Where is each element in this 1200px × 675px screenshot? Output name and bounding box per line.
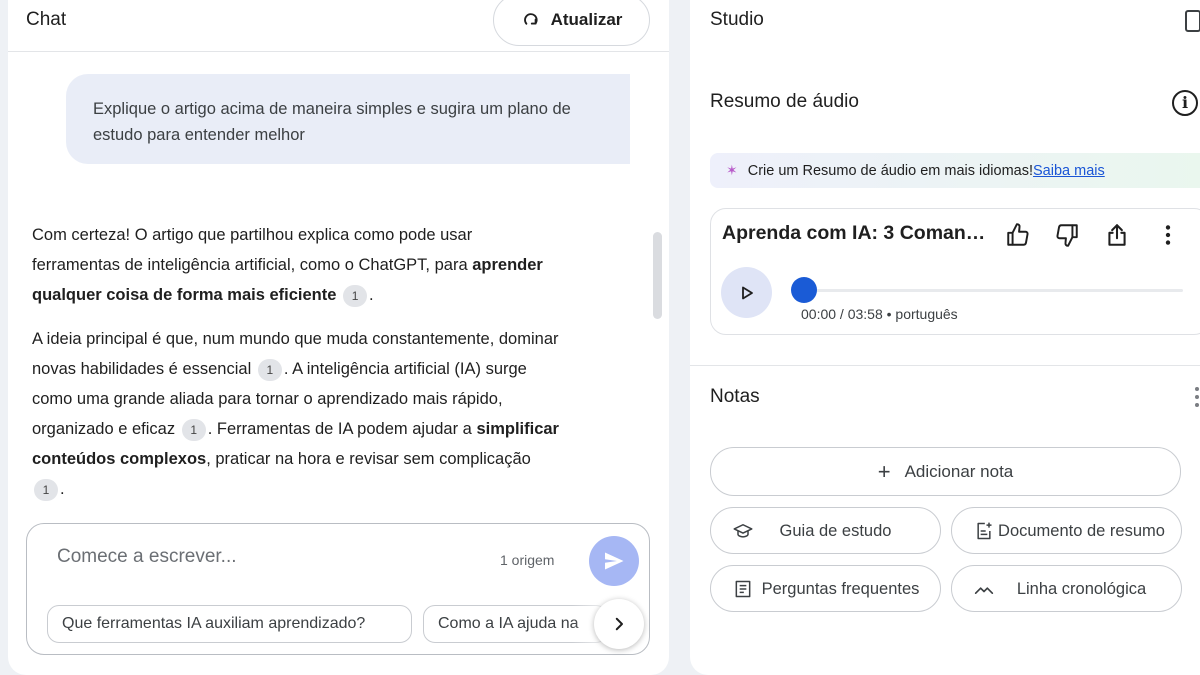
chat-scrollbar-thumb[interactable] <box>653 232 662 319</box>
chat-header: Chat Atualizar <box>8 0 669 52</box>
audio-title: Aprenda com IA: 3 Comandos Essenciais <box>722 222 997 244</box>
answer-text: . Ferramentas de IA podem ajudar a <box>207 420 477 438</box>
summary-document-button[interactable]: Documento de resumo <box>951 507 1182 554</box>
play-icon <box>741 286 753 299</box>
user-message-bubble: Explique o artigo acima de maneira simpl… <box>66 74 630 164</box>
add-note-label: Adicionar nota <box>904 461 1014 481</box>
audio-languages-banner: ✶ Crie um Resumo de áudio em mais idioma… <box>710 153 1200 188</box>
send-button[interactable] <box>589 536 639 586</box>
timeline-icon <box>974 587 994 594</box>
faq-icon <box>735 580 751 598</box>
answer-paragraph: Com certeza! O artigo que partilhou expl… <box>32 220 562 310</box>
plus-icon: + <box>877 458 891 484</box>
citation-badge[interactable]: 1 <box>343 284 368 307</box>
more-vert-icon <box>1165 225 1171 245</box>
notes-label: Notas <box>710 386 760 407</box>
refresh-button-label: Atualizar <box>550 10 623 29</box>
citation-badge[interactable]: 1 <box>34 478 58 501</box>
chevron-right-icon <box>615 617 623 631</box>
audio-summary-card: Aprenda com IA: 3 Comandos Essenciais <box>710 208 1200 335</box>
answer-text: , praticar na hora e revisar sem complic… <box>206 450 531 468</box>
suggestion-chip[interactable]: Que ferramentas IA auxiliam aprendizado? <box>47 605 412 643</box>
play-button[interactable] <box>721 267 772 318</box>
chat-panel: Chat Atualizar Explique o artigo acima d… <box>8 0 669 675</box>
answer-text: . <box>60 480 65 498</box>
learn-more-link[interactable]: Saiba mais <box>1033 163 1105 179</box>
share-icon <box>1108 224 1126 246</box>
citation-badge[interactable]: 1 <box>257 358 282 381</box>
answer-text: . <box>369 286 374 304</box>
timeline-button[interactable]: Linha cronológica <box>951 565 1182 612</box>
banner-text: Crie um Resumo de áudio em mais idiomas! <box>747 162 1034 179</box>
refresh-icon <box>523 13 538 25</box>
graduation-cap-icon <box>733 524 753 538</box>
suggestions-next-button[interactable] <box>594 599 644 649</box>
faq-button[interactable]: Perguntas frequentes <box>710 565 941 612</box>
thumbs-up-icon <box>1007 223 1029 246</box>
assistant-answer: Com certeza! O artigo que partilhou expl… <box>32 220 562 518</box>
study-guide-button[interactable]: Guia de estudo <box>710 507 941 554</box>
audio-more-button[interactable] <box>1153 220 1183 250</box>
more-vert-icon <box>1195 387 1199 407</box>
section-divider <box>690 365 1200 366</box>
send-icon <box>605 552 624 570</box>
citation-badge[interactable]: 1 <box>181 418 206 441</box>
add-note-button[interactable]: + Adicionar nota <box>710 447 1181 496</box>
document-icon <box>977 522 992 540</box>
thumbs-down-icon <box>1056 224 1078 247</box>
audio-summary-label: Resumo de áudio <box>710 91 859 112</box>
chat-title: Chat <box>26 9 67 30</box>
info-icon[interactable]: i <box>1172 90 1198 116</box>
audio-progress-handle[interactable] <box>791 277 817 303</box>
panel-toggle-icon[interactable] <box>1185 10 1200 32</box>
audio-time-language: 00:00 / 03:58 • português <box>801 306 958 322</box>
party-icon: ✶ <box>726 162 738 178</box>
chat-composer: 1 origem Que ferramentas IA auxiliam apr… <box>26 523 650 655</box>
thumbs-up-button[interactable] <box>1003 220 1033 250</box>
thumbs-down-button[interactable] <box>1052 220 1082 250</box>
audio-progress-track[interactable] <box>793 289 1183 292</box>
studio-title: Studio <box>710 9 764 30</box>
answer-text: Com certeza! O artigo que partilhou expl… <box>32 226 473 274</box>
answer-paragraph: A ideia principal é que, num mundo que m… <box>32 324 562 504</box>
studio-panel: Studio Resumo de áudio i ✶ Crie um Resum… <box>690 0 1200 675</box>
chat-input[interactable] <box>57 546 437 568</box>
refresh-button[interactable]: Atualizar <box>493 0 650 46</box>
share-button[interactable] <box>1102 220 1132 250</box>
notes-more-button[interactable] <box>1192 384 1200 410</box>
source-count: 1 origem <box>500 552 555 568</box>
